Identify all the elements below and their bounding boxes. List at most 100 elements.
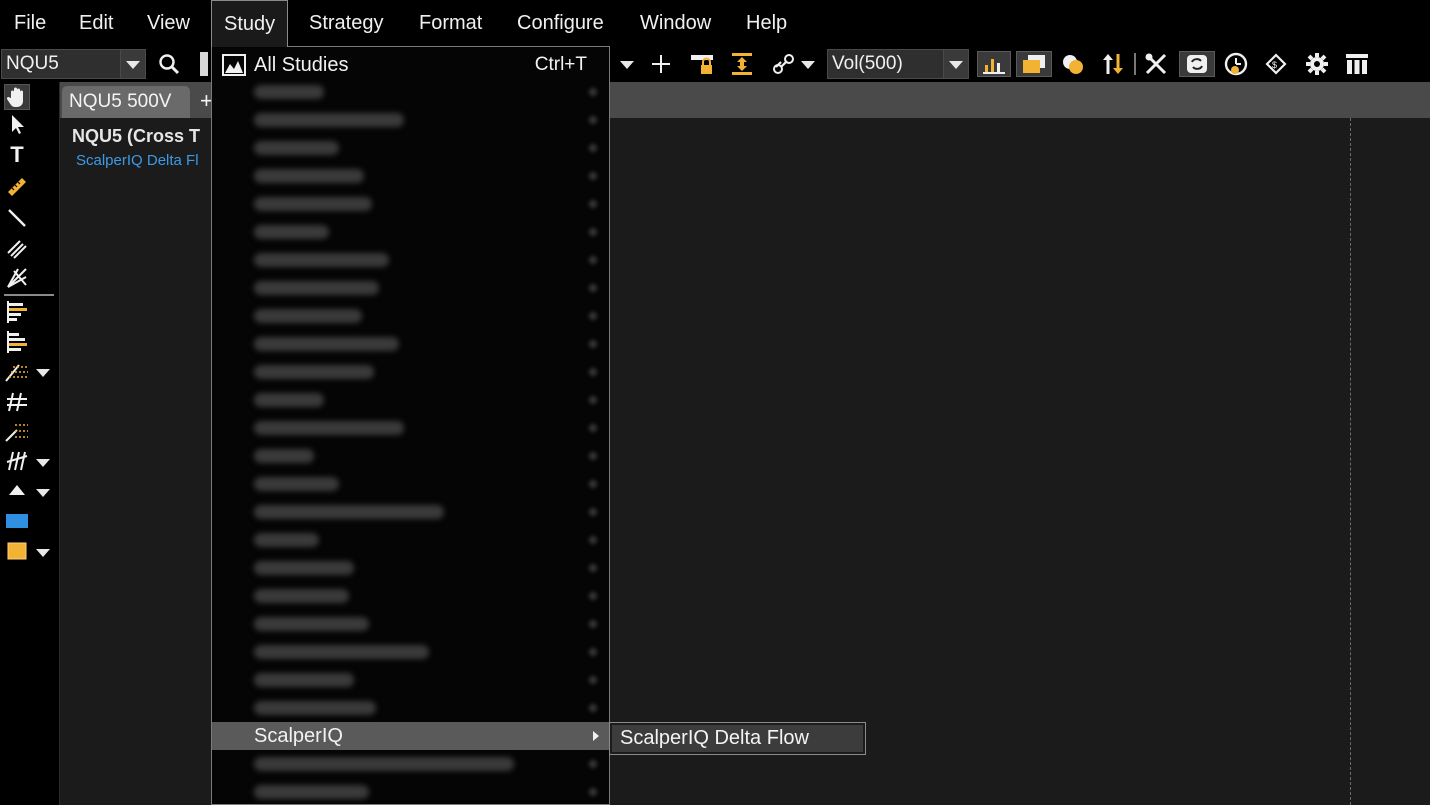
menu-item-obscured[interactable] [212,358,609,386]
clock-dollar-icon[interactable] [1222,51,1250,77]
chevron-down-icon[interactable] [801,61,815,69]
menu-item-obscured[interactable] [212,106,609,134]
blurred-arrow [589,116,597,124]
menu-item-obscured[interactable] [212,638,609,666]
menu-item-obscured[interactable] [212,218,609,246]
menu-item-obscured[interactable] [212,470,609,498]
menu-help[interactable]: Help [746,0,787,47]
blurred-arrow [589,256,597,264]
menu-file[interactable]: File [14,0,46,47]
menu-item-obscured[interactable] [212,694,609,722]
blurred-arrow [589,172,597,180]
symbol-input[interactable]: NQU5 [1,49,121,79]
menu-item-obscured[interactable] [212,778,609,805]
bar-type-select[interactable]: Vol(500) [827,49,945,79]
volume-profile-2-icon[interactable] [4,329,30,355]
menu-strategy[interactable]: Strategy [309,0,383,47]
menu-item-obscured[interactable] [212,666,609,694]
symbol-dropdown[interactable] [120,49,146,79]
fib-retracement-icon[interactable] [4,359,30,385]
bar-type-dropdown[interactable] [943,49,969,79]
crosshair-icon[interactable] [647,51,675,77]
trade-bar-icon[interactable] [977,51,1011,77]
ruler-icon[interactable] [4,174,30,200]
menu-item-obscured[interactable] [212,190,609,218]
chart-tab[interactable]: NQU5 500V [62,86,190,118]
menu-item-obscured[interactable] [212,162,609,190]
sort-arrows-icon[interactable] [1099,51,1127,77]
price-tag-icon[interactable]: $ [1262,51,1290,77]
auto-scale-icon[interactable] [728,51,756,77]
line-tool-icon[interactable] [4,205,30,231]
tools-icon[interactable] [1142,51,1170,77]
link-icon[interactable] [770,51,798,77]
blurred-text [254,645,429,659]
gann-lines-icon[interactable] [4,448,30,474]
rectangle-orange-icon[interactable] [4,538,30,564]
blurred-text [254,757,514,771]
menu-item-scalperiq[interactable]: ScalperIQ [212,722,609,750]
menu-item-obscured[interactable] [212,554,609,582]
menu-item-obscured[interactable] [212,498,609,526]
refresh-icon[interactable] [1179,51,1215,77]
blurred-arrow [589,368,597,376]
menu-item-obscured[interactable] [212,274,609,302]
menu-window[interactable]: Window [640,0,711,47]
blurred-arrow [589,144,597,152]
blurred-arrow [589,284,597,292]
menu-item-obscured[interactable] [212,78,609,106]
chevron-down-icon[interactable] [36,369,50,377]
menu-configure[interactable]: Configure [517,0,604,47]
chart-study-label[interactable]: ScalperIQ Delta Fl [76,152,199,169]
drawing-toolbar: T [0,82,60,805]
blurred-arrow [589,312,597,320]
menu-item-obscured[interactable] [212,246,609,274]
menu-item-obscured[interactable] [212,134,609,162]
menu-item-obscured[interactable] [212,442,609,470]
menu-item-obscured[interactable] [212,750,609,778]
menu-item-obscured[interactable] [212,526,609,554]
hash-lines-icon[interactable] [4,389,30,415]
menu-item-all-studies[interactable]: All Studies Ctrl+T [212,51,609,79]
tool-separator [4,294,54,296]
menu-edit[interactable]: Edit [79,0,113,47]
menu-study[interactable]: Study [211,0,289,47]
menu-item-obscured[interactable] [212,302,609,330]
window-overlay-icon[interactable] [1016,51,1052,77]
blurred-text [254,309,362,323]
menu-item-scalperiq-delta-flow[interactable]: ScalperIQ Delta Flow [612,725,863,752]
chart-vertical-dashed-line [1350,118,1351,805]
toggle-circles-icon[interactable] [1059,51,1087,77]
fib-extension-icon[interactable] [4,419,30,445]
blurred-arrow [589,760,597,768]
menu-item-obscured[interactable] [212,330,609,358]
parallel-lines-icon[interactable] [4,235,30,261]
columns-icon[interactable] [1343,51,1371,77]
menu-item-label: ScalperIQ [254,725,343,747]
search-icon[interactable] [155,51,183,77]
gear-icon[interactable] [1303,51,1331,77]
chevron-down-icon[interactable] [36,549,50,557]
menu-item-obscured[interactable] [212,386,609,414]
chevron-down-icon [126,61,140,69]
menu-view[interactable]: View [147,0,190,47]
chevron-down-icon[interactable] [36,489,50,497]
blurred-text [254,505,444,519]
arrow-up-icon[interactable] [4,478,30,504]
menu-item-obscured[interactable] [212,610,609,638]
hand-icon[interactable] [4,84,30,110]
menu-item-obscured[interactable] [212,582,609,610]
menu-item-obscured[interactable] [212,414,609,442]
lock-scale-icon[interactable] [688,51,716,77]
blurred-text [254,393,324,407]
volume-profile-icon[interactable] [4,299,30,325]
chevron-down-icon[interactable] [620,61,634,69]
menu-format[interactable]: Format [419,0,482,47]
text-tool-icon[interactable]: T [4,142,30,168]
rectangle-blue-icon[interactable] [4,508,30,534]
blurred-text [254,365,374,379]
pointer-arrow-icon[interactable] [4,112,30,138]
blurred-arrow [589,508,597,516]
chevron-down-icon[interactable] [36,459,50,467]
fan-lines-icon[interactable] [4,265,30,291]
